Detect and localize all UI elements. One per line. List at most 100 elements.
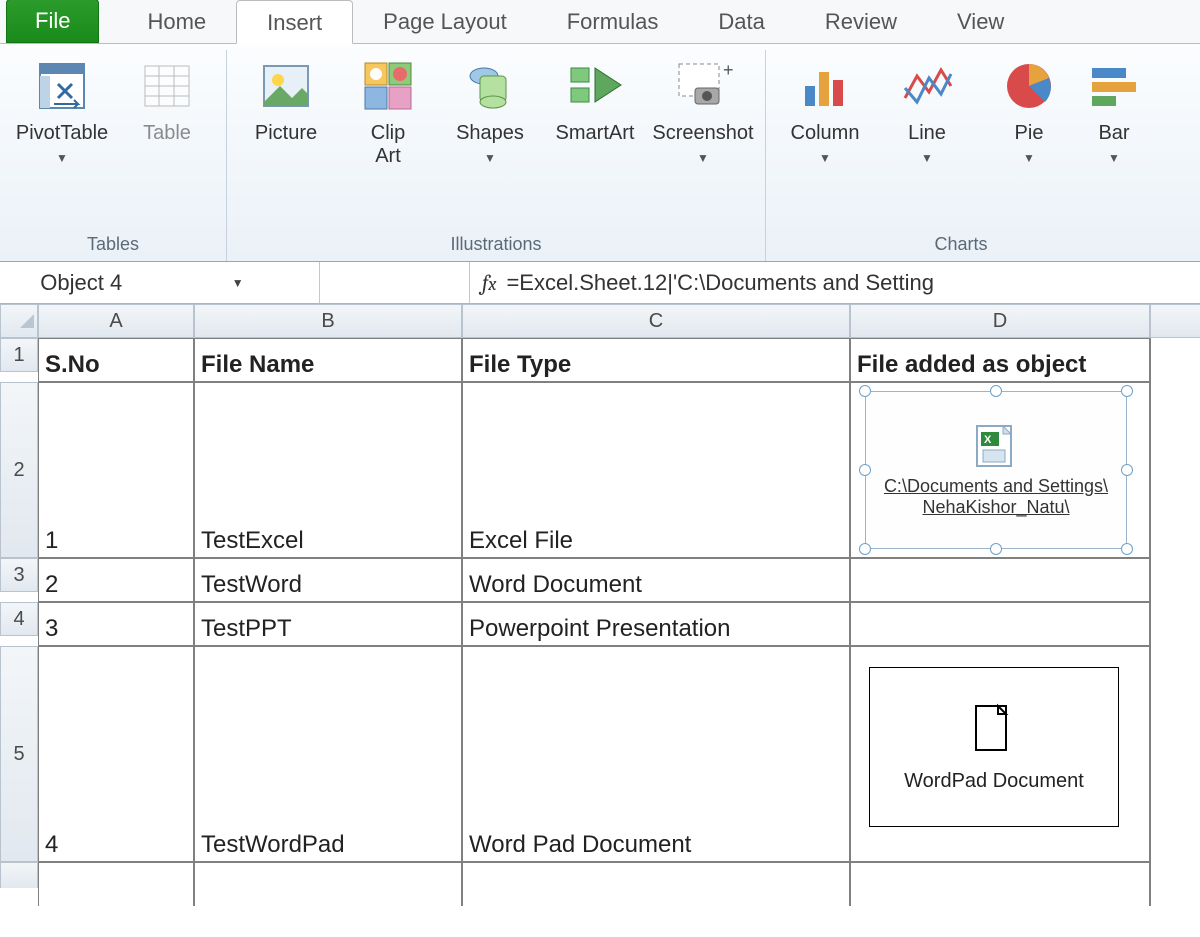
pivottable-icon xyxy=(32,56,92,116)
cell-A1[interactable]: S.No xyxy=(38,338,194,382)
clipart-label: Clip Art xyxy=(371,122,405,168)
screenshot-button[interactable]: + Screenshot ▼ xyxy=(653,50,753,210)
tab-page-layout[interactable]: Page Layout xyxy=(353,0,537,43)
cell-C1[interactable]: File Type xyxy=(462,338,850,382)
embedded-object-caption: C:\Documents and Settings\ NehaKishor_Na… xyxy=(870,476,1122,517)
col-header-next[interactable] xyxy=(1150,304,1200,338)
embedded-object-wordpad-caption: WordPad Document xyxy=(904,770,1084,793)
pivottable-button[interactable]: PivotTable ▼ xyxy=(12,50,112,210)
smartart-label: SmartArt xyxy=(556,122,635,145)
document-icon xyxy=(972,702,1016,754)
row-header-5[interactable]: 5 xyxy=(0,646,38,862)
picture-icon xyxy=(256,56,316,116)
svg-text:X: X xyxy=(984,434,992,446)
chevron-down-icon: ▼ xyxy=(921,151,933,165)
embedded-object-excel[interactable]: X C:\Documents and Settings\ NehaKishor_… xyxy=(865,391,1127,549)
clipart-button[interactable]: Clip Art xyxy=(341,50,435,210)
group-charts-label: Charts xyxy=(934,230,987,261)
line-chart-button[interactable]: Line ▼ xyxy=(880,50,974,210)
group-illustrations: Picture Clip Art Shapes ▼ SmartArt xyxy=(227,50,766,261)
pivottable-label: PivotTable xyxy=(16,122,108,145)
row-header-1[interactable]: 1 xyxy=(0,338,38,372)
cell-D4[interactable] xyxy=(850,602,1150,646)
screenshot-label: Screenshot xyxy=(652,122,753,145)
cell-B5[interactable]: TestWordPad xyxy=(194,646,462,862)
row-header-6[interactable] xyxy=(0,862,38,888)
clipart-icon xyxy=(358,56,418,116)
group-illustrations-label: Illustrations xyxy=(450,230,541,261)
fx-icon[interactable]: fx xyxy=(482,270,496,296)
screenshot-icon: + xyxy=(673,56,733,116)
select-all-corner[interactable] xyxy=(0,304,38,338)
ribbon-tabs: File Home Insert Page Layout Formulas Da… xyxy=(0,0,1200,44)
tab-review[interactable]: Review xyxy=(795,0,927,43)
table-label: Table xyxy=(143,122,191,145)
picture-button[interactable]: Picture xyxy=(239,50,333,210)
table-icon xyxy=(137,56,197,116)
group-tables: PivotTable ▼ Table Tables xyxy=(0,50,227,261)
picture-label: Picture xyxy=(255,122,317,145)
chevron-down-icon: ▼ xyxy=(1108,151,1120,165)
column-chart-label: Column xyxy=(791,122,860,145)
tab-formulas[interactable]: Formulas xyxy=(537,0,689,43)
excel-file-icon: X xyxy=(971,422,1021,470)
col-header-B[interactable]: B xyxy=(194,304,462,338)
col-header-A[interactable]: A xyxy=(38,304,194,338)
cell-A4[interactable]: 3 xyxy=(38,602,194,646)
tab-file[interactable]: File xyxy=(6,0,99,43)
chevron-down-icon: ▼ xyxy=(1023,151,1035,165)
chevron-down-icon: ▼ xyxy=(484,151,496,165)
cell-B3[interactable]: TestWord xyxy=(194,558,462,602)
formula-input[interactable]: =Excel.Sheet.12|'C:\Documents and Settin… xyxy=(506,270,934,296)
shapes-button[interactable]: Shapes ▼ xyxy=(443,50,537,210)
ribbon-body: PivotTable ▼ Table Tables Picture xyxy=(0,44,1200,262)
column-chart-button[interactable]: Column ▼ xyxy=(778,50,872,210)
cell-D2[interactable]: X C:\Documents and Settings\ NehaKishor_… xyxy=(850,382,1150,558)
cell-B2[interactable]: TestExcel xyxy=(194,382,462,558)
table-button[interactable]: Table xyxy=(120,50,214,210)
cell-B4[interactable]: TestPPT xyxy=(194,602,462,646)
shapes-icon xyxy=(460,56,520,116)
smartart-icon xyxy=(565,56,625,116)
col-header-C[interactable]: C xyxy=(462,304,850,338)
embedded-object-wordpad[interactable]: WordPad Document xyxy=(869,667,1119,827)
row-header-4[interactable]: 4 xyxy=(0,602,38,636)
tab-home[interactable]: Home xyxy=(117,0,236,43)
worksheet-grid[interactable]: A B C D 1 S.No File Name File Type File … xyxy=(0,304,1200,906)
smartart-button[interactable]: SmartArt xyxy=(545,50,645,210)
chevron-down-icon[interactable]: ▼ xyxy=(155,276,312,290)
cell-B1[interactable]: File Name xyxy=(194,338,462,382)
column-chart-icon xyxy=(795,56,855,116)
name-box-value: Object 4 xyxy=(8,270,155,296)
group-tables-label: Tables xyxy=(87,230,139,261)
bar-chart-button[interactable]: Bar ▼ xyxy=(1084,50,1144,210)
bar-chart-label: Bar xyxy=(1098,122,1129,145)
cell-D3[interactable] xyxy=(850,558,1150,602)
tab-insert[interactable]: Insert xyxy=(236,0,353,44)
name-box[interactable]: Object 4 ▼ xyxy=(0,262,320,303)
pie-chart-button[interactable]: Pie ▼ xyxy=(982,50,1076,210)
chevron-down-icon: ▼ xyxy=(56,151,68,165)
pie-chart-icon xyxy=(999,56,1059,116)
cell-A5[interactable]: 4 xyxy=(38,646,194,862)
tab-data[interactable]: Data xyxy=(688,0,794,43)
formula-bar: Object 4 ▼ fx =Excel.Sheet.12|'C:\Docume… xyxy=(0,262,1200,304)
cell-C2[interactable]: Excel File xyxy=(462,382,850,558)
line-chart-label: Line xyxy=(908,122,946,145)
pie-chart-label: Pie xyxy=(1015,122,1044,145)
tab-view[interactable]: View xyxy=(927,0,1034,43)
row-header-2[interactable]: 2 xyxy=(0,382,38,558)
col-header-D[interactable]: D xyxy=(850,304,1150,338)
cell-C4[interactable]: Powerpoint Presentation xyxy=(462,602,850,646)
cell-C5[interactable]: Word Pad Document xyxy=(462,646,850,862)
cell-D1[interactable]: File added as object xyxy=(850,338,1150,382)
cell-C3[interactable]: Word Document xyxy=(462,558,850,602)
row-header-3[interactable]: 3 xyxy=(0,558,38,592)
cell-A3[interactable]: 2 xyxy=(38,558,194,602)
line-chart-icon xyxy=(897,56,957,116)
chevron-down-icon: ▼ xyxy=(697,151,709,165)
cell-D5[interactable]: WordPad Document xyxy=(850,646,1150,862)
group-charts: Column ▼ Line ▼ Pie ▼ B xyxy=(766,50,1156,261)
cell-A2[interactable]: 1 xyxy=(38,382,194,558)
bar-chart-icon xyxy=(1084,56,1144,116)
